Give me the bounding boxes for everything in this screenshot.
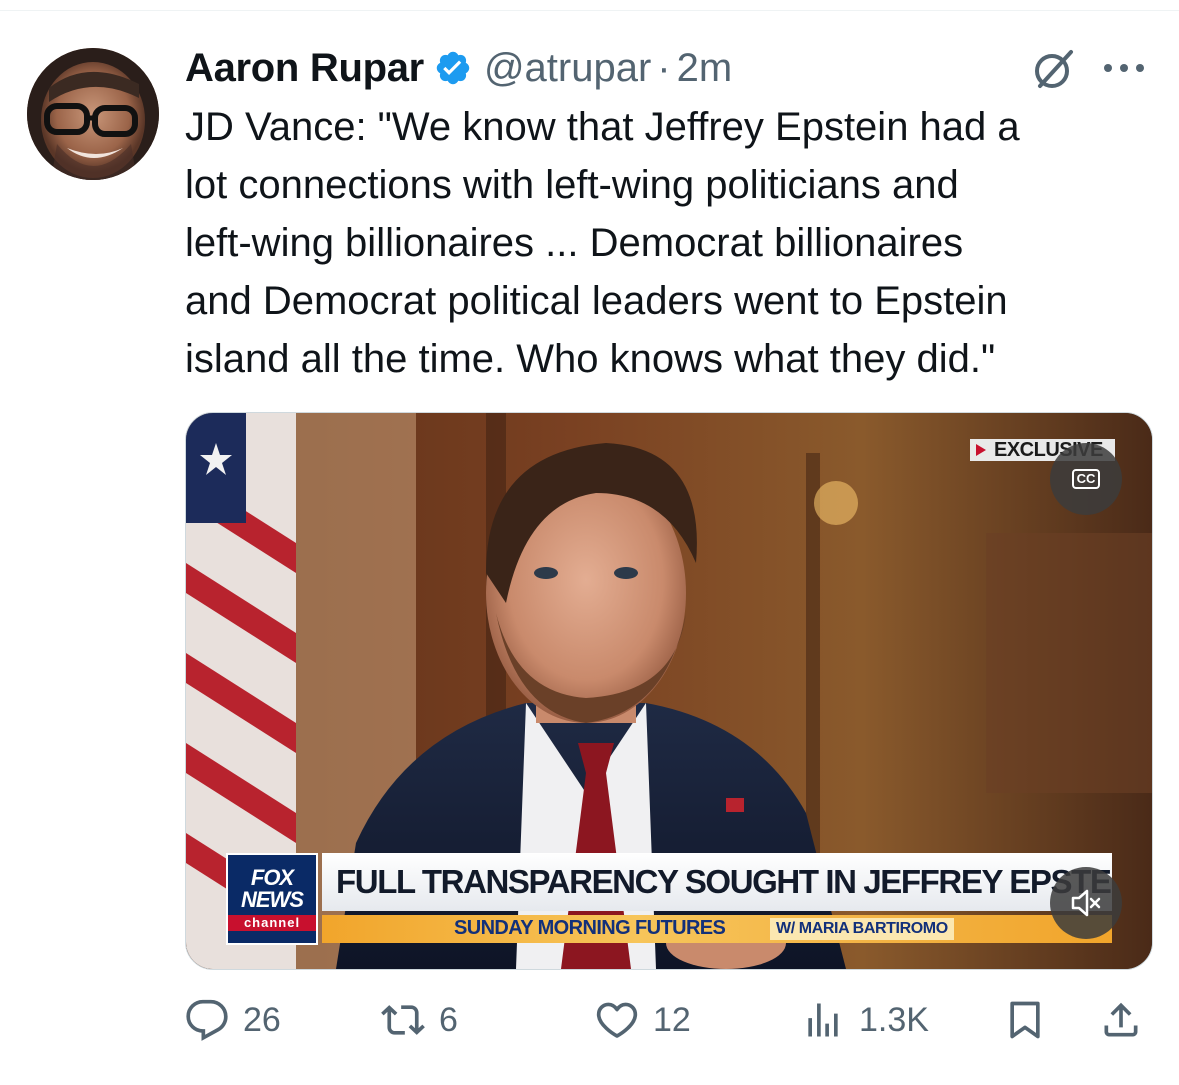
show-name: SUNDAY MORNING FUTURES bbox=[454, 917, 726, 939]
share-upload-icon bbox=[1104, 1002, 1138, 1037]
chyron-headline: FULL TRANSPARENCY SOUGHT IN JEFFREY EPST… bbox=[322, 853, 1112, 911]
cc-icon: CC bbox=[1071, 469, 1101, 489]
grok-slash-circle-icon[interactable] bbox=[1031, 46, 1077, 92]
repost-button[interactable]: 6 bbox=[381, 990, 458, 1050]
video-player[interactable]: EXCLUSIVE CC FOX NEWS channel FULL TRANS… bbox=[185, 412, 1153, 970]
play-triangle-icon bbox=[976, 444, 986, 456]
author-name[interactable]: Aaron Rupar bbox=[185, 46, 424, 91]
lower-third-banner: FOX NEWS channel FULL TRANSPARENCY SOUGH… bbox=[226, 853, 1112, 945]
logo-channel-text: channel bbox=[228, 915, 316, 931]
views-button[interactable]: 1.3K bbox=[801, 990, 929, 1050]
like-count: 12 bbox=[653, 1000, 691, 1039]
separator-dot: · bbox=[657, 45, 671, 90]
timestamp[interactable]: 2m bbox=[677, 46, 733, 91]
logo-fox-text: FOX bbox=[250, 865, 294, 890]
action-bar: 26 6 12 1.3K bbox=[185, 990, 1151, 1050]
repost-count: 6 bbox=[439, 1000, 458, 1039]
bookmark-button[interactable] bbox=[1003, 990, 1047, 1050]
mute-button[interactable] bbox=[1050, 867, 1122, 939]
avatar[interactable] bbox=[27, 48, 159, 180]
share-button[interactable] bbox=[1099, 990, 1143, 1050]
captions-button[interactable]: CC bbox=[1050, 443, 1122, 515]
reply-count: 26 bbox=[243, 1000, 281, 1039]
top-divider bbox=[0, 10, 1179, 11]
heart-icon bbox=[596, 1002, 638, 1038]
like-button[interactable]: 12 bbox=[595, 990, 691, 1050]
logo-news-text: NEWS bbox=[241, 887, 304, 912]
more-dots-icon[interactable] bbox=[1101, 60, 1147, 76]
host-name: W/ MARIA BARTIROMO bbox=[770, 918, 954, 940]
chyron-subbar: SUNDAY MORNING FUTURES W/ MARIA BARTIROM… bbox=[322, 915, 1112, 943]
views-count: 1.3K bbox=[859, 1000, 929, 1039]
repost-arrows-icon bbox=[381, 1005, 425, 1035]
tweet-text: JD Vance: "We know that Jeffrey Epstein … bbox=[185, 105, 1020, 381]
avatar-photo bbox=[27, 48, 159, 180]
bookmark-icon bbox=[1010, 1001, 1040, 1039]
verified-badge-icon bbox=[434, 49, 472, 87]
views-bars-icon bbox=[808, 1003, 838, 1037]
fox-news-logo: FOX NEWS channel bbox=[226, 853, 318, 945]
reply-button[interactable]: 26 bbox=[185, 990, 281, 1050]
reply-bubble-icon bbox=[186, 999, 228, 1041]
tweet-header: Aaron Rupar @atrupar · 2m bbox=[185, 40, 1149, 96]
author-handle[interactable]: @atrupar bbox=[484, 46, 651, 91]
muted-speaker-icon bbox=[1071, 889, 1101, 917]
